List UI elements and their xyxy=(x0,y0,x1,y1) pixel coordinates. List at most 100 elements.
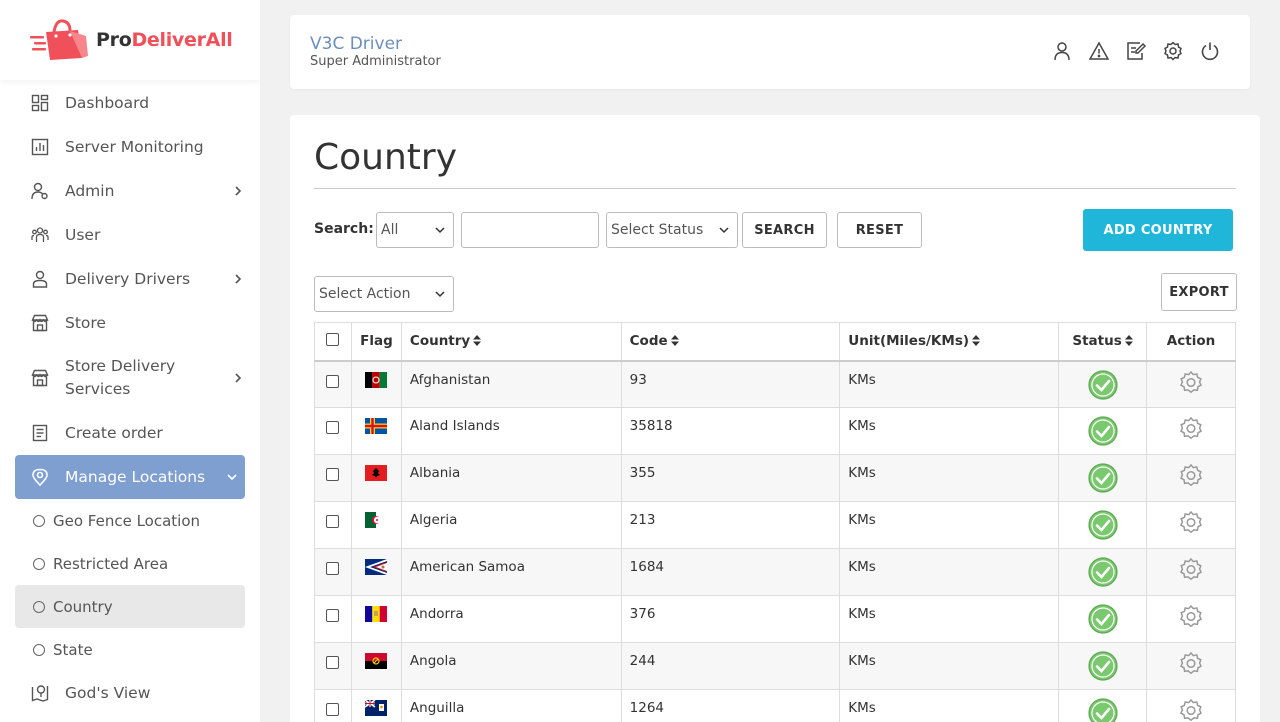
gear-icon[interactable] xyxy=(1178,370,1204,396)
sidebar-subitem-country[interactable]: Country xyxy=(15,585,245,628)
country-cell: American Samoa xyxy=(400,548,622,596)
table-header-row: Flag Country Code Unit(Miles/KMs) Status… xyxy=(314,322,1236,362)
code-header[interactable]: Code xyxy=(620,322,841,362)
reset-button[interactable]: RESET xyxy=(837,212,922,248)
order-icon xyxy=(31,424,49,442)
store-icon xyxy=(31,369,49,387)
chevron-right-icon xyxy=(235,373,242,383)
row-checkbox[interactable] xyxy=(326,374,340,388)
sort-icon xyxy=(473,335,482,347)
country-header[interactable]: Country xyxy=(400,322,622,362)
sidebar-item-store[interactable]: Store xyxy=(15,301,245,345)
sidebar-subitem-state[interactable]: State xyxy=(15,628,245,671)
chevron-down-icon xyxy=(227,474,237,481)
action-cell xyxy=(1146,689,1236,722)
power-icon[interactable] xyxy=(1200,41,1220,61)
settings-icon[interactable] xyxy=(1163,41,1183,61)
row-select-cell xyxy=(314,501,352,549)
gear-icon[interactable] xyxy=(1178,557,1204,583)
andorra-flag-icon xyxy=(365,606,388,622)
flag-cell xyxy=(350,407,402,455)
bulk-action-select[interactable]: Select Action xyxy=(314,276,454,312)
country-table: Flag Country Code Unit(Miles/KMs) Status… xyxy=(314,322,1236,722)
alert-icon[interactable] xyxy=(1088,41,1110,61)
unit-cell: KMs xyxy=(839,501,1060,549)
gear-icon[interactable] xyxy=(1178,651,1204,677)
anguilla-flag-icon xyxy=(365,700,388,716)
row-select-cell xyxy=(314,548,352,596)
active-check-icon[interactable] xyxy=(1087,604,1118,634)
export-button[interactable]: EXPORT xyxy=(1161,273,1237,311)
country-cell: Andorra xyxy=(400,595,622,643)
sidebar-item-gods-view[interactable]: God's View xyxy=(15,671,245,715)
table-row: American Samoa 1684 KMs xyxy=(314,548,1236,596)
gear-icon[interactable] xyxy=(1178,698,1204,722)
row-checkbox[interactable] xyxy=(326,562,340,575)
status-header[interactable]: Status xyxy=(1058,322,1148,362)
table-row: Aland Islands 35818 KMs xyxy=(314,407,1236,455)
row-select-cell xyxy=(314,595,352,643)
status-select[interactable]: Select Status xyxy=(606,212,738,248)
table-row: Afghanistan 93 KMs xyxy=(314,360,1236,408)
active-check-icon[interactable] xyxy=(1087,416,1118,446)
brand-name-pro: Pro xyxy=(96,29,132,51)
status-cell xyxy=(1058,360,1148,408)
code-cell: 35818 xyxy=(620,407,841,455)
sidebar-item-delivery-drivers[interactable]: Delivery Drivers xyxy=(15,257,245,301)
page-title: Country xyxy=(314,137,458,178)
action-cell xyxy=(1146,642,1236,690)
sidebar-item-label: Delivery Drivers xyxy=(65,270,191,288)
row-select-cell xyxy=(314,454,352,502)
active-check-icon[interactable] xyxy=(1087,698,1118,722)
sidebar-item-label: Create order xyxy=(65,424,163,442)
active-check-icon[interactable] xyxy=(1087,510,1118,540)
active-check-icon[interactable] xyxy=(1087,463,1118,493)
flag-cell xyxy=(350,548,402,596)
row-checkbox[interactable] xyxy=(326,703,340,716)
select-all-checkbox[interactable] xyxy=(326,332,340,346)
sidebar-item-dashboard[interactable]: Dashboard xyxy=(15,81,245,125)
sidebar-item-admin[interactable]: Admin xyxy=(15,169,245,213)
sidebar-item-label: Server Monitoring xyxy=(65,138,204,156)
sidebar-subitem-restricted-area[interactable]: Restricted Area xyxy=(15,542,245,585)
active-check-icon[interactable] xyxy=(1087,369,1118,400)
sidebar-subitem-geo-fence-location[interactable]: Geo Fence Location xyxy=(15,499,245,542)
profile-icon[interactable] xyxy=(1052,41,1072,61)
sort-icon xyxy=(1124,335,1133,347)
afghanistan-flag-icon xyxy=(365,371,388,388)
gear-icon[interactable] xyxy=(1178,604,1204,630)
row-select-cell xyxy=(314,360,352,408)
angola-flag-icon xyxy=(365,653,388,669)
select-all-header xyxy=(314,322,352,362)
unit-header-label: Unit(Miles/KMs) xyxy=(848,333,970,350)
search-input[interactable] xyxy=(461,212,599,248)
search-button[interactable]: SEARCH xyxy=(742,212,827,248)
add-country-button[interactable]: ADD COUNTRY xyxy=(1083,209,1233,251)
row-checkbox[interactable] xyxy=(326,515,340,528)
code-cell: 213 xyxy=(620,501,841,549)
top-header: V3C Driver Super Administrator xyxy=(290,15,1250,89)
edit-icon[interactable] xyxy=(1126,41,1147,61)
row-checkbox[interactable] xyxy=(326,609,340,622)
gear-icon[interactable] xyxy=(1178,510,1204,536)
row-checkbox[interactable] xyxy=(326,421,340,434)
sidebar-item-store-delivery-services[interactable]: Store Delivery Services xyxy=(15,345,245,411)
sidebar-item-create-order[interactable]: Create order xyxy=(15,411,245,455)
status-cell xyxy=(1058,548,1148,596)
brand-logo[interactable]: ProDeliverAll xyxy=(0,0,260,80)
flag-header: Flag xyxy=(350,322,402,362)
active-check-icon[interactable] xyxy=(1087,557,1118,587)
active-check-icon[interactable] xyxy=(1087,651,1118,681)
search-scope-select[interactable]: All xyxy=(376,212,454,248)
sidebar-item-user[interactable]: User xyxy=(15,213,245,257)
row-checkbox[interactable] xyxy=(326,656,340,669)
status-cell xyxy=(1058,501,1148,549)
circle-icon xyxy=(33,643,45,656)
sidebar-item-server-monitoring[interactable]: Server Monitoring xyxy=(15,125,245,169)
sidebar-item-manage-locations[interactable]: Manage Locations xyxy=(15,455,245,499)
circle-icon xyxy=(33,514,45,527)
unit-header[interactable]: Unit(Miles/KMs) xyxy=(839,322,1060,362)
row-checkbox[interactable] xyxy=(326,468,340,481)
gear-icon[interactable] xyxy=(1178,463,1204,489)
gear-icon[interactable] xyxy=(1178,416,1204,442)
